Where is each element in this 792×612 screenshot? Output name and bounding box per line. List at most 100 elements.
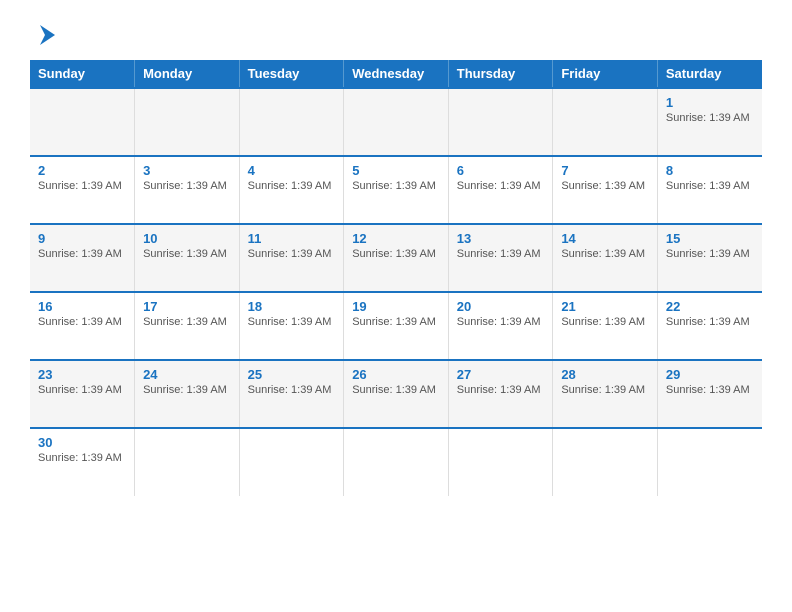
day-sunrise-info: Sunrise: 1:39 AM xyxy=(666,316,754,328)
calendar-cell xyxy=(135,428,240,496)
weekday-header-thursday: Thursday xyxy=(448,60,553,88)
calendar-week-row: 9 Sunrise: 1:39 AM 10 Sunrise: 1:39 AM 11 Sun… xyxy=(30,224,762,292)
day-sunrise-info: Sunrise: 1:39 AM xyxy=(352,316,440,328)
day-number: 7 xyxy=(561,163,649,178)
calendar-cell: 14 Sunrise: 1:39 AM xyxy=(553,224,658,292)
day-sunrise-info: Sunrise: 1:39 AM xyxy=(561,180,649,192)
day-sunrise-info: Sunrise: 1:39 AM xyxy=(38,248,126,260)
calendar-week-row: 1 Sunrise: 1:39 AM xyxy=(30,88,762,156)
calendar-week-row: 23 Sunrise: 1:39 AM 24 Sunrise: 1:39 AM 25 Su… xyxy=(30,360,762,428)
calendar-cell: 13 Sunrise: 1:39 AM xyxy=(448,224,553,292)
calendar-cell: 11 Sunrise: 1:39 AM xyxy=(239,224,344,292)
day-sunrise-info: Sunrise: 1:39 AM xyxy=(38,180,126,192)
calendar-cell xyxy=(239,88,344,156)
calendar-cell: 30 Sunrise: 1:39 AM xyxy=(30,428,135,496)
day-number: 2 xyxy=(38,163,126,178)
calendar-cell xyxy=(448,428,553,496)
day-sunrise-info: Sunrise: 1:39 AM xyxy=(248,384,336,396)
calendar-week-row: 16Sunrise: 1:39 AM17Sunrise: 1:39 AM18Su… xyxy=(30,292,762,360)
day-number: 30 xyxy=(38,435,126,450)
calendar-cell xyxy=(30,88,135,156)
day-sunrise-info: Sunrise: 1:39 AM xyxy=(666,112,754,124)
calendar-cell: 18Sunrise: 1:39 AM xyxy=(239,292,344,360)
weekday-header-wednesday: Wednesday xyxy=(344,60,449,88)
day-sunrise-info: Sunrise: 1:39 AM xyxy=(666,384,754,396)
day-number: 27 xyxy=(457,367,545,382)
calendar-cell: 19Sunrise: 1:39 AM xyxy=(344,292,449,360)
weekday-header-sunday: Sunday xyxy=(30,60,135,88)
calendar-cell: 20 Sunrise: 1:39 AM xyxy=(448,292,553,360)
day-number: 10 xyxy=(143,231,231,246)
day-sunrise-info: Sunrise: 1:39 AM xyxy=(38,316,126,328)
day-number: 13 xyxy=(457,231,545,246)
day-sunrise-info: Sunrise: 1:39 AM xyxy=(143,248,231,260)
calendar-cell: 2 Sunrise: 1:39 AM xyxy=(30,156,135,224)
calendar-cell: 24 Sunrise: 1:39 AM xyxy=(135,360,240,428)
day-sunrise-info: Sunrise: 1:39 AM xyxy=(561,316,649,328)
calendar-cell: 12 Sunrise: 1:39 AM xyxy=(344,224,449,292)
day-number: 20 xyxy=(457,299,545,314)
day-number: 17 xyxy=(143,299,231,314)
calendar-cell xyxy=(553,428,658,496)
calendar-cell: 27Sunrise: 1:39 AM xyxy=(448,360,553,428)
calendar-cell: 23 Sunrise: 1:39 AM xyxy=(30,360,135,428)
day-number: 16 xyxy=(38,299,126,314)
day-number: 12 xyxy=(352,231,440,246)
day-number: 6 xyxy=(457,163,545,178)
weekday-header-row: SundayMondayTuesdayWednesdayThursdayFrid… xyxy=(30,60,762,88)
calendar-cell: 21 Sunrise: 1:39 AM xyxy=(553,292,658,360)
day-sunrise-info: Sunrise: 1:39 AM xyxy=(457,316,545,328)
calendar-cell: 25 Sunrise: 1:39 AM xyxy=(239,360,344,428)
calendar-cell xyxy=(344,428,449,496)
day-sunrise-info: Sunrise: 1:39 AM xyxy=(143,180,231,192)
calendar-cell: 6 Sunrise: 1:39 AM xyxy=(448,156,553,224)
calendar-cell: 16 Sunrise: 1:39 AM xyxy=(30,292,135,360)
calendar-cell xyxy=(657,428,762,496)
page-header xyxy=(30,20,762,50)
day-sunrise-info: Sunrise: 1:39 AM xyxy=(352,180,440,192)
day-number: 1 xyxy=(666,95,754,110)
calendar-cell: 17Sunrise: 1:39 AM xyxy=(135,292,240,360)
day-sunrise-info: Sunrise: 1:39 AM xyxy=(143,384,231,396)
day-number: 14 xyxy=(561,231,649,246)
day-number: 5 xyxy=(352,163,440,178)
calendar-cell: 1 Sunrise: 1:39 AM xyxy=(657,88,762,156)
calendar-cell: 28Sunrise: 1:39 AM xyxy=(553,360,658,428)
day-number: 8 xyxy=(666,163,754,178)
calendar-week-row: 2 Sunrise: 1:39 AM 3 Sunrise: 1:39 AM 4 Sunri… xyxy=(30,156,762,224)
day-number: 9 xyxy=(38,231,126,246)
day-number: 4 xyxy=(248,163,336,178)
weekday-header-tuesday: Tuesday xyxy=(239,60,344,88)
day-number: 3 xyxy=(143,163,231,178)
day-sunrise-info: Sunrise: 1:39 AM xyxy=(561,384,649,396)
day-number: 18 xyxy=(248,299,336,314)
day-number: 23 xyxy=(38,367,126,382)
weekday-header-monday: Monday xyxy=(135,60,240,88)
calendar-cell: 29Sunrise: 1:39 AM xyxy=(657,360,762,428)
day-sunrise-info: Sunrise: 1:39 AM xyxy=(352,384,440,396)
day-number: 25 xyxy=(248,367,336,382)
day-number: 26 xyxy=(352,367,440,382)
day-sunrise-info: Sunrise: 1:39 AM xyxy=(561,248,649,260)
day-number: 24 xyxy=(143,367,231,382)
calendar-cell: 15Sunrise: 1:39 AM xyxy=(657,224,762,292)
calendar-cell xyxy=(135,88,240,156)
weekday-header-saturday: Saturday xyxy=(657,60,762,88)
day-sunrise-info: Sunrise: 1:39 AM xyxy=(248,248,336,260)
day-sunrise-info: Sunrise: 1:39 AM xyxy=(457,248,545,260)
day-number: 21 xyxy=(561,299,649,314)
calendar-cell: 22Sunrise: 1:39 AM xyxy=(657,292,762,360)
day-sunrise-info: Sunrise: 1:39 AM xyxy=(666,180,754,192)
calendar-cell: 10 Sunrise: 1:39 AM xyxy=(135,224,240,292)
calendar-table: SundayMondayTuesdayWednesdayThursdayFrid… xyxy=(30,60,762,496)
day-sunrise-info: Sunrise: 1:39 AM xyxy=(457,180,545,192)
day-sunrise-info: Sunrise: 1:39 AM xyxy=(38,384,126,396)
calendar-cell xyxy=(448,88,553,156)
day-sunrise-info: Sunrise: 1:39 AM xyxy=(352,248,440,260)
day-number: 11 xyxy=(248,231,336,246)
calendar-cell: 9 Sunrise: 1:39 AM xyxy=(30,224,135,292)
day-sunrise-info: Sunrise: 1:39 AM xyxy=(38,452,126,464)
day-sunrise-info: Sunrise: 1:39 AM xyxy=(248,180,336,192)
calendar-cell: 3 Sunrise: 1:39 AM xyxy=(135,156,240,224)
logo xyxy=(30,20,64,50)
